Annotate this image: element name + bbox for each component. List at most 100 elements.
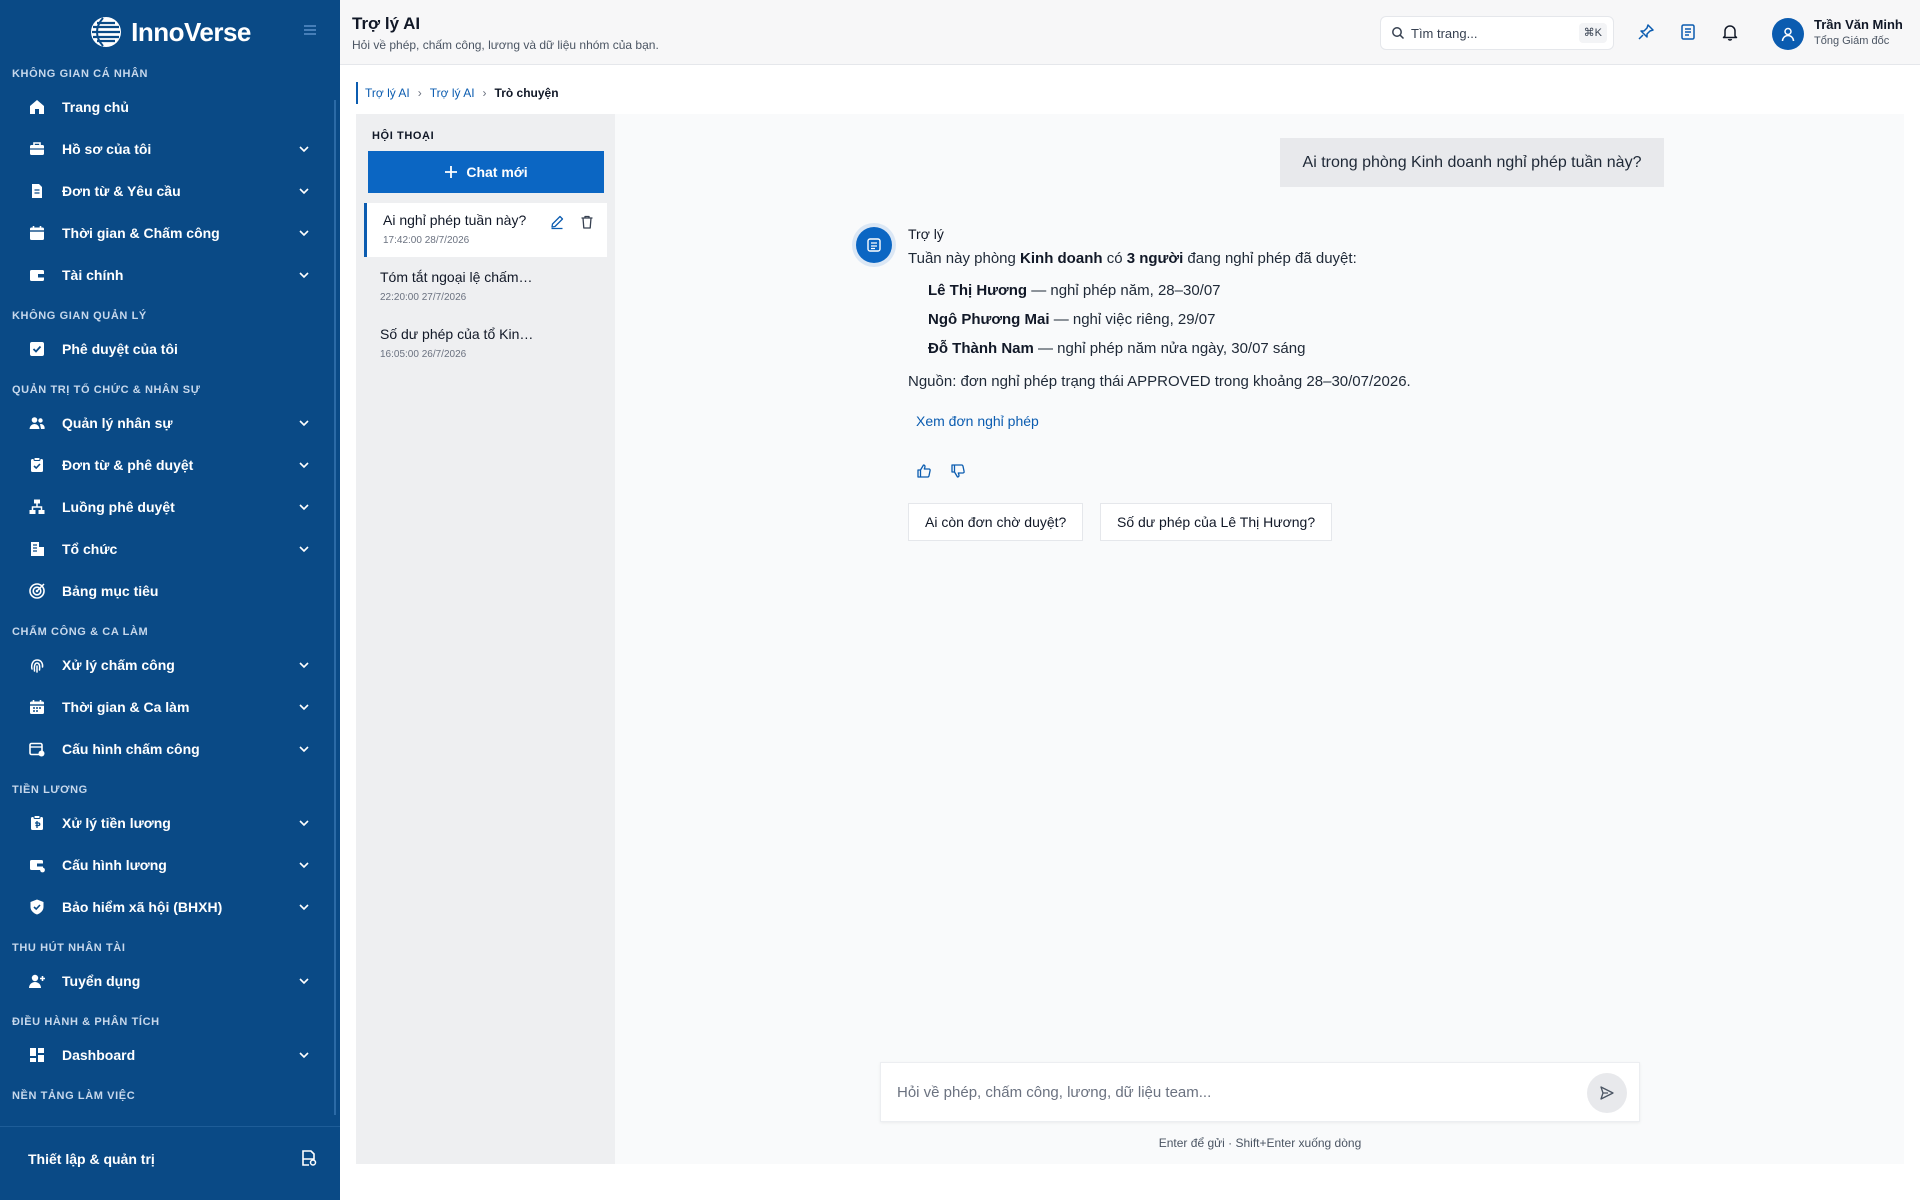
sidebar-footer-settings[interactable]: Thiết lập & quản trị (0, 1126, 340, 1190)
settings-file-icon (302, 1150, 317, 1166)
composer-hint: Enter để gửi · Shift+Enter xuống dòng (1158, 1136, 1362, 1150)
home-icon (30, 100, 44, 114)
avatar[interactable] (1772, 18, 1804, 50)
sidebar: InnoVerse KHÔNG GIAN CÁ NHÂN Trang chủ Hồ … (0, 0, 340, 1200)
suggestion-chip[interactable]: Ai còn đơn chờ duyệt? (908, 503, 1084, 541)
sidebar-item[interactable]: Dashboard (0, 1034, 340, 1076)
sidebar-item[interactable]: Đơn từ & Yêu cầu (0, 170, 340, 212)
sidebar-item[interactable]: Tuyển dụng (0, 960, 340, 1002)
sidebar-item[interactable]: Cấu hình chấm công (0, 728, 340, 770)
conversation-title: Ai nghỉ phép tuần này? (383, 212, 527, 228)
view-leave-requests-link[interactable]: Xem đơn nghỉ phép (916, 413, 1039, 429)
conversation-heading: HỘI THOẠI (372, 130, 435, 142)
chevron-down-icon[interactable] (298, 227, 310, 239)
chevron-down-icon[interactable] (298, 143, 310, 155)
sidebar-item-label: Tuyển dụng (62, 973, 141, 989)
sidebar-item[interactable]: Cấu hình lương (0, 844, 340, 886)
bot-icon (867, 238, 881, 252)
calendar-grid-icon (30, 700, 44, 714)
breadcrumb-link-2[interactable]: Trợ lý AI (430, 86, 475, 100)
assistant-name: Trợ lý (908, 226, 944, 242)
thumbs-up-icon[interactable] (916, 463, 932, 479)
page-subtitle: Hỏi về phép, chấm công, lương và dữ liệu… (352, 38, 659, 52)
sidebar-section-heading: KHÔNG GIAN CÁ NHÂN (12, 68, 149, 80)
sidebar-section-heading: QUẢN TRỊ TỔ CHỨC & NHÂN SỰ (12, 384, 201, 396)
brand-name: InnoVerse (131, 16, 251, 47)
top-header: Trợ lý AI Hỏi về phép, chấm công, lương … (340, 0, 1920, 65)
leave-list-item: Ngô Phương Mai — nghỉ việc riêng, 29/07 (928, 311, 1215, 328)
sidebar-item-label: Bảng mục tiêu (62, 583, 159, 599)
sidebar-item[interactable]: Xử lý tiền lương (0, 802, 340, 844)
breadcrumb: Trợ lý AI › Trợ lý AI › Trò chuyện (356, 82, 559, 104)
sidebar-footer-label: Thiết lập & quản trị (28, 1150, 155, 1167)
bell-icon[interactable] (1720, 22, 1740, 42)
chevron-down-icon[interactable] (298, 185, 310, 197)
user-name[interactable]: Trần Văn Minh (1814, 17, 1903, 32)
new-chat-label: Chat mới (466, 164, 528, 180)
sidebar-item[interactable]: Bảo hiểm xã hội (BHXH) (0, 886, 340, 928)
new-chat-button[interactable]: Chat mới (368, 151, 604, 193)
conversation-item[interactable]: Số dư phép của tổ Kinh doanh 16:05:00 26/… (364, 317, 607, 371)
breadcrumb-link-1[interactable]: Trợ lý AI (365, 86, 410, 100)
sidebar-item[interactable]: Luồng phê duyệt (0, 486, 340, 528)
menu-toggle-icon[interactable] (302, 22, 318, 38)
chevron-down-icon[interactable] (298, 859, 310, 871)
chevron-down-icon[interactable] (298, 269, 310, 281)
target-icon (29, 583, 45, 599)
chat-card: HỘI THOẠI Chat mới Ai nghỉ phép tuần này… (356, 114, 1904, 1164)
sidebar-item-label: Phê duyệt của tôi (62, 341, 178, 357)
chevron-down-icon[interactable] (298, 743, 310, 755)
chevron-down-icon[interactable] (298, 659, 310, 671)
sidebar-item[interactable]: Phê duyệt của tôi (0, 328, 340, 370)
pin-icon[interactable] (1636, 22, 1656, 42)
chevron-down-icon[interactable] (298, 975, 310, 987)
users-icon (29, 417, 45, 429)
sidebar-scrollbar[interactable] (334, 100, 336, 1115)
calendar-settings-icon (29, 742, 45, 757)
chevron-down-icon[interactable] (298, 543, 310, 555)
sidebar-item[interactable]: Quản lý nhân sự (0, 402, 340, 444)
search-input[interactable]: Tìm trang... ⌘K (1380, 16, 1614, 50)
chevron-down-icon[interactable] (298, 459, 310, 471)
conversation-item[interactable]: Ai nghỉ phép tuần này? 17:42:00 28/7/2026 (364, 203, 607, 257)
sidebar-item[interactable]: Thời gian & Chấm công (0, 212, 340, 254)
edit-icon[interactable] (549, 214, 565, 230)
conversation-panel: HỘI THOẠI Chat mới Ai nghỉ phép tuần này… (356, 114, 615, 1164)
chevron-down-icon[interactable] (298, 701, 310, 713)
sidebar-item[interactable]: Tài chính (0, 254, 340, 296)
sidebar-nav: KHÔNG GIAN CÁ NHÂN Trang chủ Hồ sơ của tôi… (0, 64, 340, 1124)
document-icon (32, 184, 42, 198)
wallet-icon (30, 270, 44, 281)
trash-icon[interactable] (579, 214, 595, 230)
sidebar-section-heading: TIỀN LƯƠNG (12, 784, 88, 796)
intro-dept: Kinh doanh (1020, 250, 1103, 267)
clipboard-check-icon (31, 457, 43, 472)
sidebar-item-label: Tài chính (62, 267, 124, 283)
thumbs-down-icon[interactable] (950, 463, 966, 479)
chevron-down-icon[interactable] (298, 817, 310, 829)
sidebar-item[interactable]: Xử lý chấm công (0, 644, 340, 686)
calendar-icon (30, 226, 44, 240)
chevron-down-icon[interactable] (298, 901, 310, 913)
chevron-down-icon[interactable] (298, 501, 310, 513)
send-button[interactable] (1587, 1073, 1627, 1113)
conversation-date: 22:20:00 27/7/2026 (380, 292, 467, 303)
sidebar-item[interactable]: Bảng mục tiêu (0, 570, 340, 612)
conversation-item[interactable]: Tóm tắt ngoại lệ chấm công 22:20:00 27/7/… (364, 260, 607, 314)
sidebar-item[interactable]: Tổ chức (0, 528, 340, 570)
sidebar-item-label: Đơn từ & phê duyệt (62, 457, 194, 473)
message-input[interactable]: Hỏi về phép, chấm công, lương, dữ liệu t… (880, 1062, 1640, 1122)
sidebar-item[interactable]: Đơn từ & phê duyệt (0, 444, 340, 486)
suggestion-chip[interactable]: Số dư phép của Lê Thị Hương? (1100, 503, 1333, 541)
chevron-down-icon[interactable] (298, 1049, 310, 1061)
brand-logo[interactable]: InnoVerse (89, 15, 251, 49)
briefcase-icon (30, 142, 44, 155)
chevron-down-icon[interactable] (298, 417, 310, 429)
sidebar-item[interactable]: Trang chủ (0, 86, 340, 128)
sidebar-item[interactable]: Thời gian & Ca làm (0, 686, 340, 728)
assistant-intro: Tuần này phòng Kinh doanh có 3 người đan… (908, 250, 1357, 267)
leave-person-name: Lê Thị Hương (928, 282, 1028, 299)
sidebar-item[interactable]: Hồ sơ của tôi (0, 128, 340, 170)
notebook-icon[interactable] (1678, 22, 1698, 42)
conversation-date: 17:42:00 28/7/2026 (383, 235, 470, 246)
